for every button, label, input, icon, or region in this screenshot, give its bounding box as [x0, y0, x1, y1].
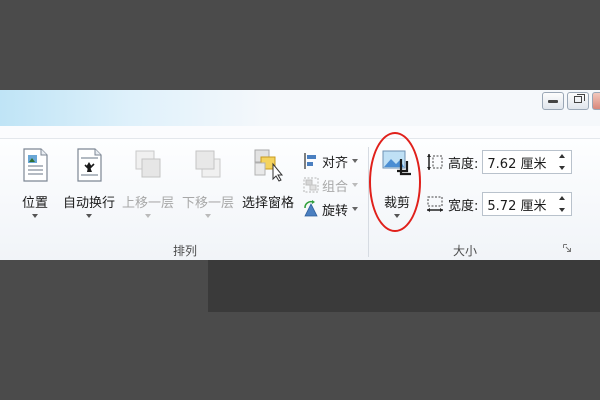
group-icon — [303, 177, 319, 193]
width-spinner[interactable]: 5.72 厘米 — [482, 192, 573, 216]
arrow-down-icon[interactable] — [559, 208, 566, 212]
align-icon — [304, 153, 316, 169]
position-icon — [23, 148, 48, 182]
chevron-down-icon — [352, 207, 359, 211]
chevron-down-icon — [86, 214, 92, 218]
close-button[interactable] — [592, 92, 600, 110]
chevron-down-icon — [352, 183, 359, 187]
chevron-down-icon — [145, 214, 151, 218]
arrange-group-label: 排列 — [172, 244, 197, 258]
background-area — [208, 258, 600, 312]
restore-button[interactable] — [567, 92, 589, 110]
width-value[interactable]: 5.72 厘米 — [483, 195, 546, 214]
title-bar — [0, 90, 600, 126]
chevron-down-icon — [352, 159, 359, 163]
height-spinner[interactable]: 7.62 厘米 — [482, 150, 573, 174]
ribbon-format-tab: 位置 自动换行 上移一层 下移一层 选择窗格 对齐 组合 旋转 排列 裁剪 高度… — [0, 139, 600, 260]
wrap-text-icon — [77, 148, 102, 182]
arrow-up-icon[interactable] — [559, 196, 566, 200]
wrap-text-label: 自动换行 — [62, 196, 115, 211]
bring-forward-label: 上移一层 — [121, 196, 174, 211]
group-button[interactable]: 组合 — [302, 175, 359, 195]
height-label: 高度: — [448, 156, 479, 172]
chevron-down-icon — [32, 214, 38, 218]
position-label: 位置 — [21, 196, 48, 211]
minimize-button[interactable] — [542, 92, 564, 110]
spinner-arrows[interactable] — [559, 154, 567, 170]
bring-forward-icon — [135, 150, 161, 178]
rotate-label: 旋转 — [322, 203, 349, 219]
crop-highlight-annotation — [369, 132, 421, 232]
arrow-down-icon[interactable] — [559, 166, 566, 170]
width-label: 宽度: — [448, 198, 479, 214]
shape-width-icon — [427, 196, 443, 212]
app-window: 位置 自动换行 上移一层 下移一层 选择窗格 对齐 组合 旋转 排列 裁剪 高度… — [0, 90, 600, 260]
send-backward-icon — [195, 150, 221, 178]
chevron-down-icon — [205, 214, 211, 218]
dialog-launcher-icon[interactable] — [563, 244, 571, 252]
spinner-arrows[interactable] — [559, 196, 567, 212]
align-button[interactable]: 对齐 — [302, 151, 359, 171]
send-backward-label: 下移一层 — [181, 196, 234, 211]
rotate-button[interactable]: 旋转 — [302, 199, 359, 219]
selection-pane-icon — [254, 149, 284, 182]
group-divider — [368, 147, 369, 257]
arrow-up-icon[interactable] — [559, 154, 566, 158]
rotate-icon — [304, 200, 318, 217]
size-group-label: 大小 — [452, 244, 477, 258]
selection-pane-label: 选择窗格 — [241, 196, 294, 211]
minimize-icon — [548, 100, 558, 103]
height-row: 高度: 7.62 厘米 — [426, 149, 573, 175]
shape-height-icon — [427, 154, 443, 170]
window-controls — [542, 90, 600, 112]
width-row: 宽度: 5.72 厘米 — [426, 191, 573, 217]
align-label: 对齐 — [322, 155, 349, 171]
group-label: 组合 — [322, 179, 349, 195]
height-value[interactable]: 7.62 厘米 — [483, 153, 546, 172]
